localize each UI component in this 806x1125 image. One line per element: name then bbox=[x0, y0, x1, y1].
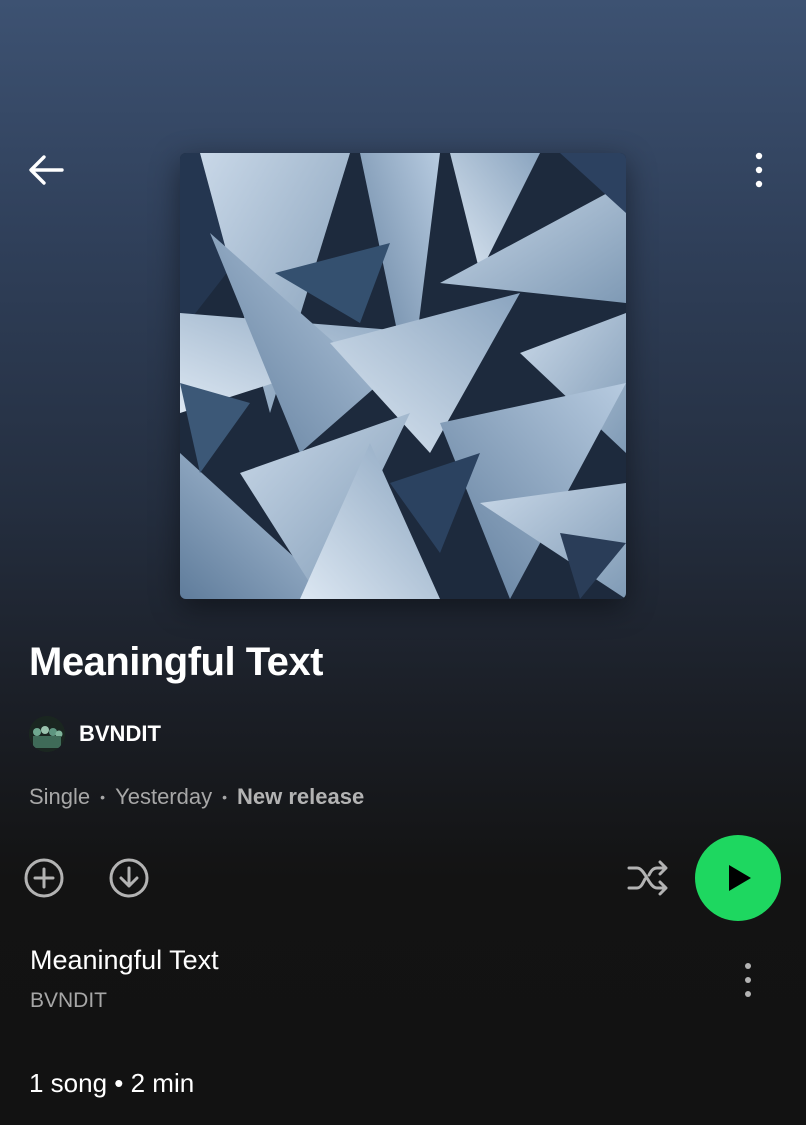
meta-separator: • bbox=[100, 789, 106, 805]
release-type: Single bbox=[29, 784, 91, 809]
add-to-library-button[interactable] bbox=[20, 854, 68, 902]
download-button[interactable] bbox=[105, 854, 153, 902]
track-artist: BVNDIT bbox=[30, 989, 108, 1012]
artist-name: BVNDIT bbox=[79, 721, 161, 746]
album-summary: 1 song • 2 min bbox=[29, 1068, 195, 1098]
arrow-left-icon bbox=[29, 155, 64, 185]
download-circle-icon bbox=[109, 858, 149, 898]
more-vertical-icon bbox=[755, 152, 763, 188]
meta-separator: • bbox=[222, 789, 228, 805]
play-icon bbox=[729, 865, 751, 891]
back-button[interactable] bbox=[20, 146, 72, 194]
artist-avatar bbox=[29, 716, 65, 752]
plus-circle-icon bbox=[24, 858, 64, 898]
album-title: Meaningful Text bbox=[29, 640, 323, 684]
track-more-button[interactable] bbox=[726, 955, 770, 1005]
track-row[interactable]: Meaningful Text BVNDIT bbox=[0, 935, 806, 1025]
release-meta: Single • Yesterday • New release bbox=[29, 784, 364, 810]
new-release-badge: New release bbox=[237, 784, 365, 809]
more-vertical-icon bbox=[745, 963, 751, 997]
release-date: Yesterday bbox=[115, 784, 213, 809]
play-button[interactable] bbox=[695, 835, 781, 921]
track-title: Meaningful Text bbox=[30, 945, 219, 975]
more-options-button[interactable] bbox=[736, 146, 782, 194]
artist-link[interactable]: BVNDIT bbox=[29, 716, 161, 752]
shuffle-icon bbox=[627, 860, 668, 896]
shuffle-button[interactable] bbox=[622, 854, 674, 902]
album-cover bbox=[180, 153, 626, 599]
